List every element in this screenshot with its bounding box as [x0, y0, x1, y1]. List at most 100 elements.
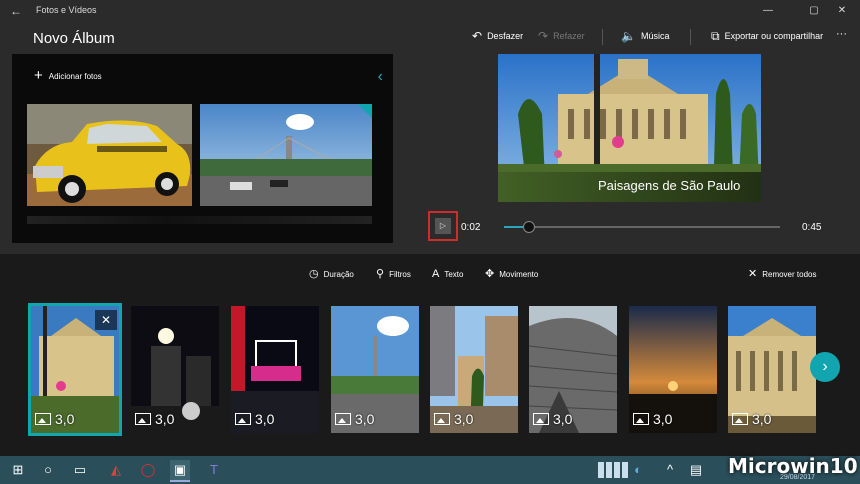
- image-icon: [533, 413, 549, 425]
- card-duration-value: 3,0: [255, 411, 275, 427]
- network-icon[interactable]: ▤: [686, 460, 706, 480]
- filters-label: Filtros: [389, 269, 411, 279]
- seek-handle[interactable]: [522, 221, 535, 233]
- filters-button[interactable]: ⚲ Filtros: [376, 268, 411, 280]
- card-duration-value: 3,0: [55, 411, 75, 427]
- more-options-button[interactable]: ···: [836, 28, 847, 40]
- card-duration: 3,0: [434, 411, 473, 427]
- remove-all-button[interactable]: ✕ Remover todos: [748, 268, 816, 280]
- card-duration: 3,0: [633, 411, 672, 427]
- motion-icon: ✥: [485, 268, 495, 280]
- app-title: Fotos e Vídeos: [36, 5, 97, 15]
- battery-icon: [598, 462, 628, 478]
- speaker-icon: 🔈: [621, 29, 636, 43]
- text-label: Texto: [444, 269, 464, 279]
- card-duration: 3,0: [533, 411, 572, 427]
- undo-icon: ↶: [472, 29, 483, 43]
- card-duration: 3,0: [135, 411, 174, 427]
- text-icon: A: [432, 268, 440, 280]
- image-icon: [135, 413, 151, 425]
- export-label: Exportar ou compartilhar: [724, 31, 824, 41]
- close-icon: ✕: [748, 268, 758, 280]
- undo-label: Desfazer: [487, 31, 524, 41]
- card-duration-value: 3,0: [653, 411, 673, 427]
- photos-app-icon[interactable]: ▣: [170, 460, 190, 482]
- pdf-reader-icon[interactable]: ◭: [106, 460, 126, 480]
- image-icon: [235, 413, 251, 425]
- redo-icon: ↷: [538, 29, 549, 43]
- motion-button[interactable]: ✥ Movimento: [485, 268, 538, 280]
- chevron-up-icon[interactable]: ^: [660, 460, 680, 480]
- text-button[interactable]: A Texto: [432, 268, 463, 280]
- storyboard-toolbar: ◷ Duração ⚲ Filtros A Texto ✥ Movimento …: [0, 254, 860, 292]
- watermark-logo: Microwin10: [728, 454, 858, 478]
- cortana-icon[interactable]: ○: [38, 460, 58, 480]
- selected-corner-mark: [358, 104, 372, 118]
- storyboard-card[interactable]: ✕ 3,0: [28, 303, 122, 436]
- image-icon: [434, 413, 450, 425]
- header-divider: [602, 29, 603, 45]
- card-duration: 3,0: [235, 411, 274, 427]
- chevron-left-icon[interactable]: ‹: [378, 68, 383, 86]
- card-duration: 3,0: [335, 411, 374, 427]
- storyboard-card[interactable]: 3,0: [430, 306, 518, 433]
- storyboard-card[interactable]: 3,0: [331, 306, 419, 433]
- play-button[interactable]: ▷: [428, 211, 458, 241]
- scroll-right-button[interactable]: ›: [810, 352, 840, 382]
- storyboard-card[interactable]: 3,0: [231, 306, 319, 433]
- library-scroll-strip[interactable]: [27, 216, 372, 224]
- close-window-button[interactable]: ✕: [824, 0, 860, 22]
- opera-icon[interactable]: ◯: [138, 460, 158, 480]
- add-photos-label: Adicionar fotos: [48, 71, 102, 81]
- card-duration-value: 3,0: [553, 411, 573, 427]
- video-preview[interactable]: Paisagens de São Paulo: [498, 54, 761, 202]
- image-icon: [732, 413, 748, 425]
- motion-label: Movimento: [499, 269, 539, 279]
- redo-button[interactable]: ↷ Refazer: [538, 30, 585, 42]
- header-divider: [690, 29, 691, 45]
- library-photo-bridge[interactable]: [200, 104, 372, 206]
- total-time: 0:45: [802, 222, 822, 233]
- card-duration: 3,0: [732, 411, 771, 427]
- seek-bar[interactable]: [504, 221, 780, 233]
- current-time: 0:02: [461, 222, 481, 233]
- back-arrow-icon[interactable]: ←: [6, 3, 26, 19]
- image-icon: [35, 413, 51, 425]
- windows-start-icon[interactable]: ⊞: [8, 460, 28, 480]
- editor-header: Novo Álbum ↶ Desfazer ↷ Refazer 🔈 Música…: [0, 22, 860, 54]
- play-icon: ▷: [435, 218, 451, 234]
- image-icon: [633, 413, 649, 425]
- storyboard-card[interactable]: 3,0: [728, 306, 816, 433]
- filter-icon: ⚲: [376, 268, 385, 280]
- storyboard-card[interactable]: 3,0: [529, 306, 617, 433]
- music-label: Música: [640, 31, 670, 41]
- music-button[interactable]: 🔈 Música: [621, 30, 669, 42]
- card-duration-value: 3,0: [355, 411, 375, 427]
- duration-button[interactable]: ◷ Duração: [309, 268, 354, 280]
- plus-icon: +: [34, 67, 43, 84]
- library-panel: + Adicionar fotos ‹: [12, 54, 393, 243]
- export-icon: ⧉: [711, 29, 720, 43]
- card-duration-value: 3,0: [454, 411, 474, 427]
- remove-all-label: Remover todos: [762, 269, 817, 279]
- card-duration-value: 3,0: [752, 411, 772, 427]
- task-view-icon[interactable]: ▭: [70, 460, 90, 480]
- export-share-button[interactable]: ⧉ Exportar ou compartilhar: [711, 30, 823, 42]
- card-duration-value: 3,0: [155, 411, 175, 427]
- undo-button[interactable]: ↶ Desfazer: [472, 30, 523, 42]
- bridge-image: [200, 104, 372, 206]
- storyboard: ✕ 3,0 3,0 3,0 3,0 3,0 3,0 3,0 3,0 ›: [0, 292, 860, 456]
- library-photo-taxi[interactable]: [27, 104, 192, 206]
- storyboard-card[interactable]: 3,0: [629, 306, 717, 433]
- card-duration: 3,0: [35, 411, 74, 427]
- image-icon: [335, 413, 351, 425]
- moon-icon[interactable]: ◐: [628, 460, 648, 480]
- teams-icon[interactable]: T: [204, 460, 224, 480]
- clock-icon: ◷: [309, 268, 319, 280]
- album-title: Novo Álbum: [33, 30, 115, 47]
- minimize-button[interactable]: —: [750, 0, 786, 22]
- title-bar: ← Fotos e Vídeos — ▢ ✕: [0, 0, 860, 22]
- remove-card-button[interactable]: ✕: [95, 310, 117, 330]
- storyboard-card[interactable]: 3,0: [131, 306, 219, 433]
- add-photos-button[interactable]: + Adicionar fotos: [34, 67, 102, 84]
